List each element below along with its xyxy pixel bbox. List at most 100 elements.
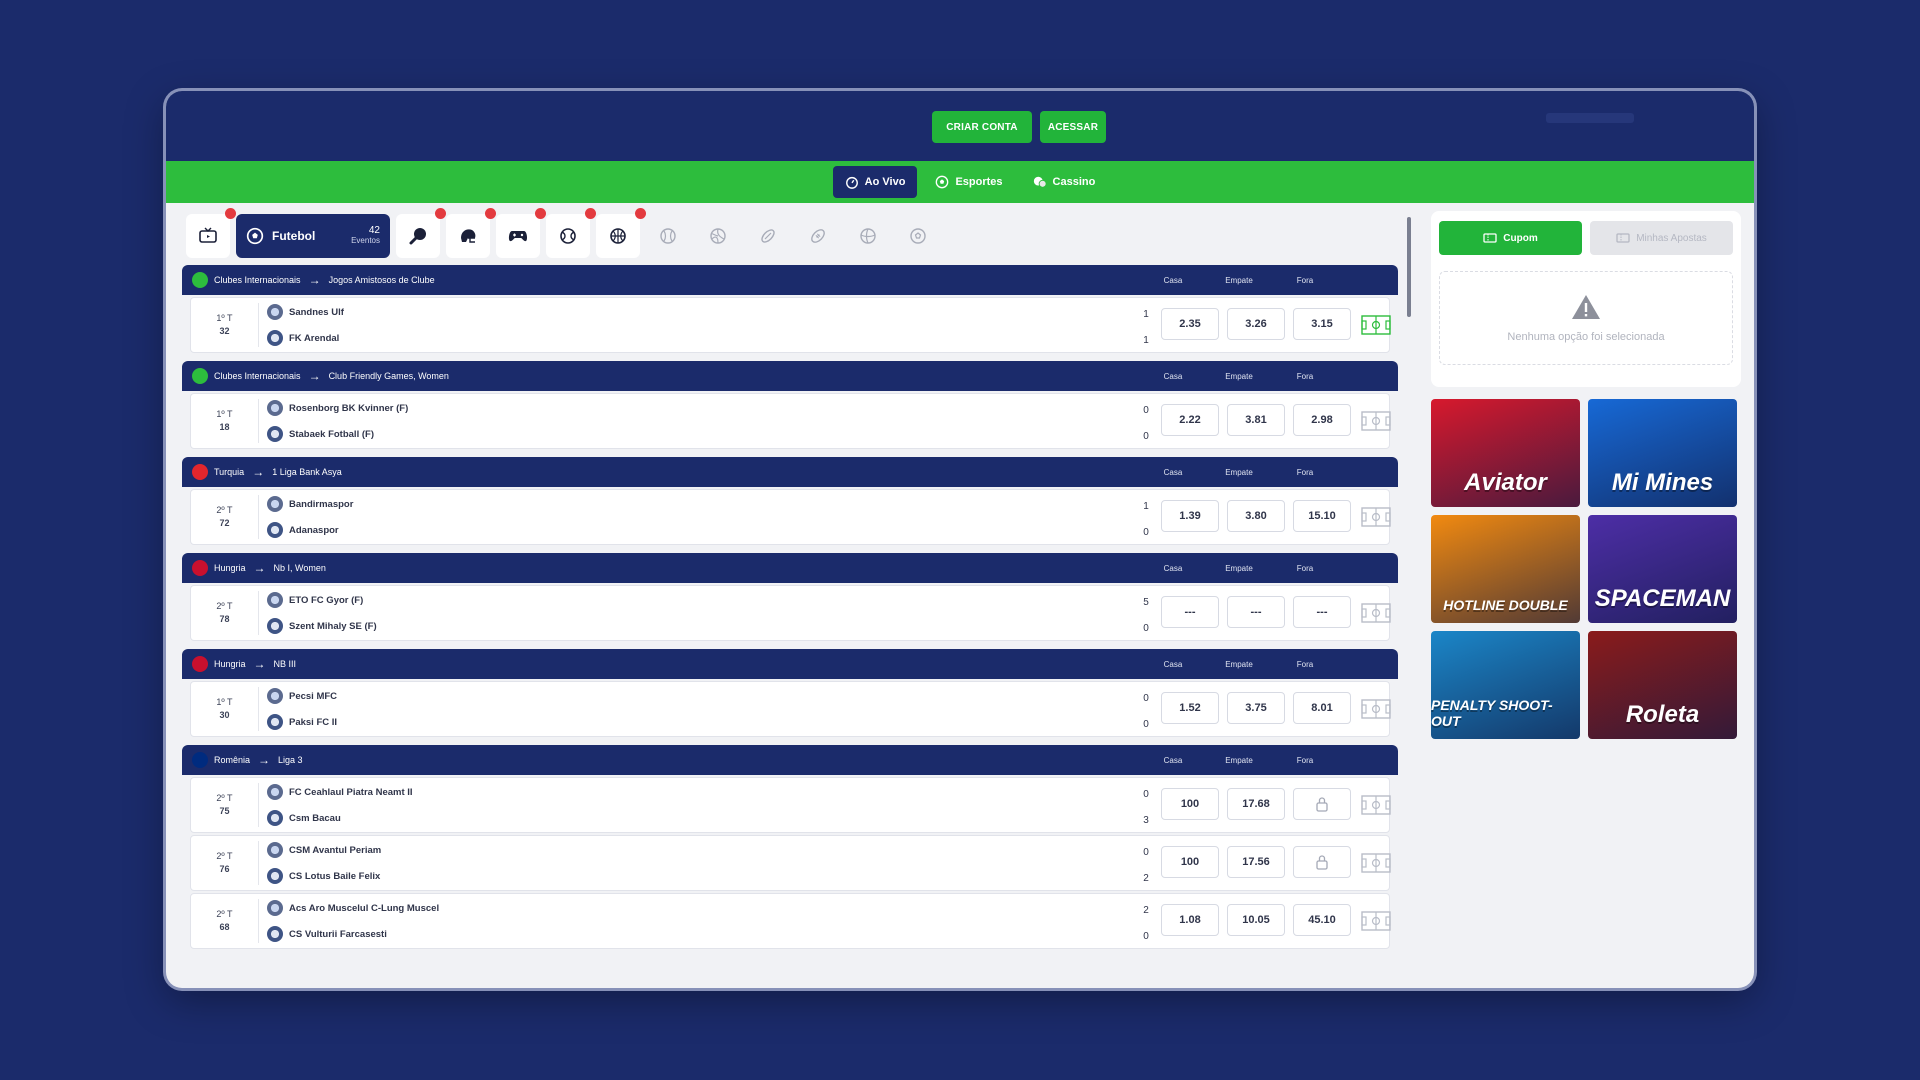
match-row[interactable]: 2º T 68 Acs Aro Muscelul C-Lung Muscel CS V… [190, 893, 1391, 949]
sport-football-alt[interactable] [796, 214, 840, 258]
casino-game-tile[interactable]: Roleta [1588, 631, 1737, 739]
odd-button[interactable]: 3.75 [1227, 692, 1285, 724]
match-row[interactable]: 1º T 18 Rosenborg BK Kvinner (F) Stabaek Fo… [190, 393, 1391, 449]
tab-casino[interactable]: Cassino [1021, 166, 1108, 198]
casino-game-tile[interactable]: SPACEMAN [1588, 515, 1737, 623]
live-stream-filter[interactable] [186, 208, 236, 258]
team-crest-icon [267, 900, 283, 916]
pitch-stats-icon[interactable] [1361, 315, 1391, 335]
odd-button[interactable]: 3.80 [1227, 500, 1285, 532]
match-row[interactable]: 1º T 30 Pecsi MFC Paksi FC II 0 0 1.52 3.75 8.01 [190, 681, 1391, 737]
odd-button[interactable]: 3.81 [1227, 404, 1285, 436]
tab-sports[interactable]: Esportes [923, 166, 1014, 198]
odd-button[interactable]: 100 [1161, 788, 1219, 820]
col-away-header: Fora [1296, 755, 1314, 765]
league-country: Clubes Internacionais [214, 371, 301, 381]
match-row[interactable]: 2º T 72 Bandirmaspor Adanaspor 1 0 1.39 3.80 15.… [190, 489, 1391, 545]
login-button[interactable]: ACESSAR [1040, 111, 1106, 143]
pitch-stats-icon[interactable] [1361, 507, 1391, 527]
league-name: Jogos Amistosos de Clube [328, 275, 435, 285]
odd-button[interactable]: 1.39 [1161, 500, 1219, 532]
team-crest-icon [267, 304, 283, 320]
pitch-stats-icon[interactable] [1361, 911, 1391, 931]
odd-button[interactable]: 2.98 [1293, 404, 1351, 436]
team-crest-icon [267, 842, 283, 858]
sport-baseball[interactable] [646, 214, 690, 258]
odd-button[interactable]: 1.08 [1161, 904, 1219, 936]
league-name: Liga 3 [278, 755, 303, 765]
odd-button[interactable]: 17.68 [1227, 788, 1285, 820]
match-period: 1º T [216, 313, 233, 323]
match-minute: 30 [219, 710, 230, 720]
odd-button[interactable]: 15.10 [1293, 500, 1351, 532]
sport-handball[interactable] [846, 214, 890, 258]
odd-button[interactable]: 2.35 [1161, 308, 1219, 340]
sport-futsal[interactable] [896, 214, 940, 258]
odd-button[interactable]: 17.56 [1227, 846, 1285, 878]
league-header[interactable]: Hungria → Nb I, Women Casa Empate Fora [182, 553, 1398, 583]
odd-button[interactable]: 3.26 [1227, 308, 1285, 340]
country-flag-icon [192, 656, 208, 672]
match-row[interactable]: 2º T 78 ETO FC Gyor (F) Szent Mihaly SE (F)… [190, 585, 1391, 641]
lock-icon [1316, 797, 1328, 812]
tab-live-label: Ao Vivo [864, 176, 906, 188]
sport-esports[interactable] [496, 208, 546, 258]
odd-button[interactable]: 100 [1161, 846, 1219, 878]
country-flag-icon [192, 464, 208, 480]
sport-rugby[interactable] [746, 214, 790, 258]
sport-american-football[interactable] [446, 208, 496, 258]
home-team-name: Bandirmaspor [289, 498, 354, 510]
events-scrollbar[interactable] [1406, 207, 1412, 987]
col-away-header: Fora [1296, 659, 1314, 669]
match-row[interactable]: 1º T 32 Sandnes Ulf FK Arendal 1 1 2.35 3.26 3.1… [190, 297, 1391, 353]
sport-volleyball[interactable] [696, 214, 740, 258]
team-crest-icon [267, 810, 283, 826]
create-account-button[interactable]: CRIAR CONTA [932, 111, 1032, 143]
league-header[interactable]: Hungria → NB III Casa Empate Fora [182, 649, 1398, 679]
home-score: 1 [1143, 501, 1149, 512]
futsal-ball-icon [910, 228, 926, 244]
odd-button[interactable]: 1.52 [1161, 692, 1219, 724]
pitch-stats-icon[interactable] [1361, 795, 1391, 815]
my-bets-tab[interactable]: Minhas Apostas [1590, 221, 1733, 255]
odd-button[interactable]: --- [1227, 596, 1285, 628]
tab-live[interactable]: Ao Vivo [832, 166, 918, 198]
sport-table-tennis[interactable] [396, 208, 446, 258]
casino-game-tile[interactable]: Aviator [1431, 399, 1580, 507]
league-header[interactable]: Clubes Internacionais → Club Friendly Game… [182, 361, 1398, 391]
match-period: 2º T [216, 505, 233, 515]
coupon-tab[interactable]: Cupom [1439, 221, 1582, 255]
casino-game-tile[interactable]: HOTLINE DOUBLE [1431, 515, 1580, 623]
league-header[interactable]: Romênia → Liga 3 Casa Empate Fora [182, 745, 1398, 775]
odd-locked [1293, 788, 1351, 820]
league-header[interactable]: Turquia → 1 Liga Bank Asya Casa Empate Fora [182, 457, 1398, 487]
odd-button[interactable]: 45.10 [1293, 904, 1351, 936]
odd-button[interactable]: 3.15 [1293, 308, 1351, 340]
pitch-stats-icon[interactable] [1361, 603, 1391, 623]
odd-button[interactable]: 8.01 [1293, 692, 1351, 724]
casino-game-tile[interactable]: PENALTY SHOOT-OUT [1431, 631, 1580, 739]
match-row[interactable]: 2º T 75 FC Ceahlaul Piatra Neamt II Csm Bac… [190, 777, 1391, 833]
odd-button[interactable]: 2.22 [1161, 404, 1219, 436]
pitch-stats-icon[interactable] [1361, 699, 1391, 719]
match-row[interactable]: 2º T 76 CSM Avantul Periam CS Lotus Baile F… [190, 835, 1391, 891]
pitch-stats-icon[interactable] [1361, 411, 1391, 431]
casino-game-tile[interactable]: Mi Mines [1588, 399, 1737, 507]
country-flag-icon [192, 272, 208, 288]
sport-basketball[interactable] [596, 208, 646, 258]
sport-futebol[interactable]: Futebol 42 Eventos [236, 214, 390, 258]
soccer-ball-icon [246, 227, 264, 245]
odd-button[interactable]: --- [1161, 596, 1219, 628]
odd-button[interactable]: --- [1293, 596, 1351, 628]
away-score: 0 [1143, 431, 1149, 442]
helmet-icon [461, 229, 476, 243]
league-header[interactable]: Clubes Internacionais → Jogos Amistosos de… [182, 265, 1398, 295]
arrow-right-icon: → [253, 561, 266, 575]
match-minute: 72 [219, 518, 230, 528]
match-minute: 18 [219, 422, 230, 432]
home-score: 0 [1143, 405, 1149, 416]
pitch-stats-icon[interactable] [1361, 853, 1391, 873]
match-minute: 68 [219, 922, 230, 932]
odd-button[interactable]: 10.05 [1227, 904, 1285, 936]
sport-tennis[interactable] [546, 208, 596, 258]
